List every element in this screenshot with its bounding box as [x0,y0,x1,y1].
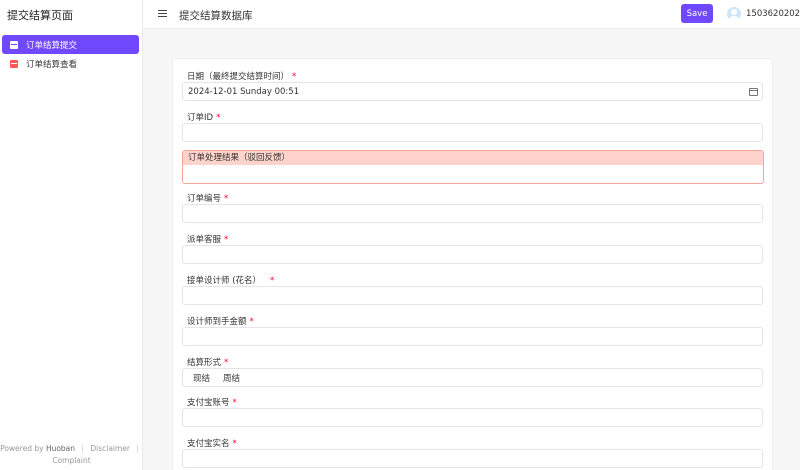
page-title: 提交结算数据库 [179,10,253,22]
date-label: 日期（最终提交结算时间） * [187,72,297,82]
topbar: 提交结算数据库 Save 15036202027 [143,0,800,29]
powered-by-text: Powered by [0,444,44,453]
amount-label: 设计师到手金额 * [187,317,254,327]
sidebar-item-view[interactable]: 订单结算查看 [2,54,139,73]
disclaimer-link[interactable]: Disclaimer [90,444,130,453]
hamburger-icon[interactable] [158,10,167,18]
order-result-field[interactable]: 订单处理结果（驳回反馈） [182,150,764,184]
alipay-label: 支付宝账号 * [187,398,237,408]
table-icon [10,59,18,68]
alipay-field[interactable] [182,408,763,427]
order-id-label: 订单ID * [187,113,221,123]
alipay-name-field[interactable] [182,449,763,468]
order-result-label: 订单处理结果（驳回反馈） [183,151,763,165]
sidebar-item-submit[interactable]: 订单结算提交 [2,35,139,54]
sidebar-item-label: 订单结算查看 [26,59,78,70]
dispatcher-field[interactable] [182,245,763,264]
brand-link[interactable]: Huoban [46,444,75,453]
username[interactable]: 15036202027 [746,9,800,19]
date-value: 2024-12-01 Sunday 00:51 [188,86,300,97]
app-title: 提交结算页面 [7,9,73,22]
table-icon [10,40,18,49]
dispatcher-label: 派单客服 * [187,235,229,245]
settle-option-cash[interactable]: 现结 [193,372,210,384]
order-no-field[interactable] [182,204,763,223]
order-id-field[interactable] [182,123,763,142]
footer: Powered by Huoban | Disclaimer | Complai… [0,444,139,465]
settle-options: 现结 周结 [182,368,763,387]
date-field[interactable]: 2024-12-01 Sunday 00:51 [182,82,763,101]
designer-field[interactable] [182,286,763,305]
settle-label: 结算形式 * [187,358,229,368]
designer-label: 接单设计师 (花名） * [187,276,275,286]
avatar[interactable] [727,7,741,21]
calendar-icon[interactable] [749,88,758,96]
alipay-name-label: 支付宝实名 * [187,439,237,449]
complaint-link[interactable]: Complaint [52,456,90,465]
form-card: 日期（最终提交结算时间） * 2024-12-01 Sunday 00:51 订单… [172,58,773,470]
order-no-label: 订单编号 * [187,194,229,204]
sidebar-item-label: 订单结算提交 [26,40,78,51]
amount-field[interactable] [182,327,763,346]
sidebar: 提交结算页面 订单结算提交 订单结算查看 Powered by Huoban |… [0,0,143,470]
settle-option-weekly[interactable]: 周结 [223,372,240,384]
save-button[interactable]: Save [681,4,713,23]
